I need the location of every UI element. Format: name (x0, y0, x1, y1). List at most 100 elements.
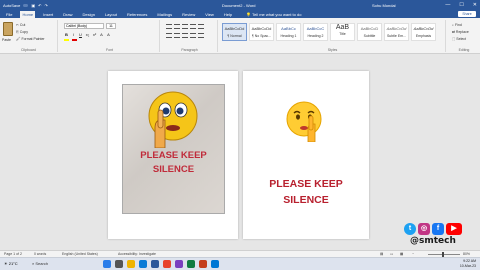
highlight-swatch[interactable] (64, 39, 69, 41)
zoom-slider[interactable] (428, 254, 460, 255)
close-button[interactable]: ✕ (473, 2, 477, 8)
bold-button[interactable]: B (64, 32, 69, 37)
font-size-dropdown[interactable]: 11 (106, 23, 116, 29)
bullets-icon[interactable] (166, 24, 172, 29)
underline-button[interactable]: U (78, 32, 83, 37)
font-name-dropdown[interactable]: Calibri (Body) (64, 23, 104, 29)
page-1[interactable]: PLEASE KEEP SILENCE (108, 71, 238, 239)
powerpoint-icon[interactable] (199, 260, 207, 268)
accessibility-status[interactable]: Accessibility: Investigate (118, 252, 156, 256)
font-color-button[interactable]: A (106, 32, 111, 37)
format-painter-button[interactable]: 🖌 Format Painter (16, 37, 45, 41)
tab-mailings[interactable]: Mailings (155, 11, 174, 18)
copy-icon: ⎘ (16, 30, 19, 34)
windows-start-icon[interactable] (103, 260, 111, 268)
tab-file[interactable]: File (4, 11, 14, 18)
weather-widget[interactable]: ☀ 21°C (4, 261, 18, 266)
justify-icon[interactable] (190, 33, 196, 38)
word-icon[interactable] (151, 260, 159, 268)
style-name: ¶ No Spac... (251, 34, 272, 38)
style-heading-2[interactable]: AaBbCcC Heading 2 (303, 23, 328, 41)
page-count[interactable]: Page 1 of 2 (4, 252, 22, 256)
text-effects-button[interactable]: A (99, 32, 104, 37)
tab-design[interactable]: Design (80, 11, 96, 18)
find-button[interactable]: ⌕ Find (452, 23, 462, 27)
excel-icon[interactable] (187, 260, 195, 268)
status-bar: Page 1 of 2 0 words English (United Stat… (0, 250, 480, 257)
styles-label: Styles (327, 48, 338, 52)
watermark-handle: @smtech (410, 236, 456, 246)
numbering-icon[interactable] (174, 24, 180, 29)
user-name[interactable]: Sohu Mondal (372, 3, 396, 8)
page-2[interactable]: PLEASE KEEP SILENCE (243, 71, 369, 239)
search-icon: ⌕ (32, 261, 35, 266)
copy-button[interactable]: ⎘ Copy (16, 30, 28, 34)
file-explorer-icon[interactable] (127, 260, 135, 268)
style-name: Heading 1 (280, 34, 297, 38)
tab-home[interactable]: Home (20, 11, 36, 18)
replace-label: Replace (455, 30, 469, 34)
font-color-swatch[interactable] (72, 39, 77, 41)
tab-review[interactable]: Review (180, 11, 197, 18)
increase-indent-icon[interactable] (198, 24, 204, 29)
clock[interactable]: 9:22 AM 10-Mar-23 (460, 259, 476, 269)
edge-icon[interactable] (139, 260, 147, 268)
replace-icon: ⇄ (452, 30, 455, 34)
outlook-icon[interactable] (211, 260, 219, 268)
style-name: ¶ Normal (227, 34, 242, 38)
decrease-indent-icon[interactable] (190, 24, 196, 29)
zoom-out-icon[interactable]: − (412, 252, 414, 256)
style-preview: AaBbCcD (360, 26, 379, 31)
tab-references[interactable]: References (125, 11, 149, 18)
undo-icon[interactable]: ↶ (38, 3, 41, 8)
tell-me-search[interactable]: 💡 Tell me what you want to do (246, 11, 301, 18)
cut-button[interactable]: ✂ Cut (16, 23, 25, 27)
redo-icon[interactable]: ↷ (45, 3, 48, 8)
select-label: Select (456, 37, 467, 41)
italic-button[interactable]: I (71, 32, 76, 37)
tab-layout[interactable]: Layout (103, 11, 119, 18)
paste-button[interactable]: Paste (2, 38, 11, 42)
paste-icon[interactable] (3, 22, 13, 36)
language-indicator[interactable]: English (United States) (62, 252, 98, 256)
style-title[interactable]: AaB Title (330, 23, 355, 41)
multilevel-list-icon[interactable] (182, 24, 188, 29)
superscript-button[interactable]: x² (92, 32, 97, 37)
style-subtitle[interactable]: AaBbCcD Subtitle (357, 23, 382, 41)
minimize-button[interactable]: — (445, 2, 450, 8)
teams-icon[interactable] (175, 260, 183, 268)
style-no-spacing[interactable]: AaBbCcDd ¶ No Spac... (249, 23, 274, 41)
instagram-icon: ◎ (418, 223, 430, 235)
align-center-icon[interactable] (174, 33, 180, 38)
share-button[interactable]: Share (458, 11, 476, 17)
style-emphasis[interactable]: AaBbCcDd Emphasis (411, 23, 436, 41)
maximize-button[interactable]: ☐ (459, 2, 463, 8)
style-heading-1[interactable]: AaBbCc Heading 1 (276, 23, 301, 41)
sign-photo[interactable]: PLEASE KEEP SILENCE (122, 84, 225, 214)
save-icon[interactable]: ▣ (31, 3, 35, 8)
select-button[interactable]: ⬚ Select (452, 37, 466, 41)
zoom-level[interactable]: 80% (463, 252, 470, 256)
print-layout-icon[interactable]: ▭ (390, 252, 393, 256)
tab-draw[interactable]: Draw (61, 11, 74, 18)
align-left-icon[interactable] (166, 33, 172, 38)
replace-button[interactable]: ⇄ Replace (452, 30, 469, 34)
align-right-icon[interactable] (182, 33, 188, 38)
autosave-toggle[interactable] (23, 3, 29, 7)
read-mode-icon[interactable]: ▤ (380, 252, 383, 256)
style-subtle-emphasis[interactable]: AaBbCcDd Subtle Em... (384, 23, 409, 41)
find-label: Find (454, 23, 462, 27)
tab-view[interactable]: View (203, 11, 216, 18)
tab-insert[interactable]: Insert (41, 11, 55, 18)
task-view-icon[interactable] (115, 260, 123, 268)
word-count[interactable]: 0 words (34, 252, 46, 256)
style-normal[interactable]: AaBbCcDd ¶ Normal (222, 23, 247, 41)
web-layout-icon[interactable]: ▦ (400, 252, 403, 256)
line-spacing-icon[interactable] (198, 33, 204, 38)
chrome-icon[interactable] (163, 260, 171, 268)
taskbar-search[interactable]: ⌕ Search (32, 261, 48, 266)
cut-label: Cut (19, 23, 26, 27)
tab-help[interactable]: Help (222, 11, 234, 18)
subscript-button[interactable]: x₂ (85, 32, 90, 37)
weather-temp: 21°C (8, 261, 18, 266)
